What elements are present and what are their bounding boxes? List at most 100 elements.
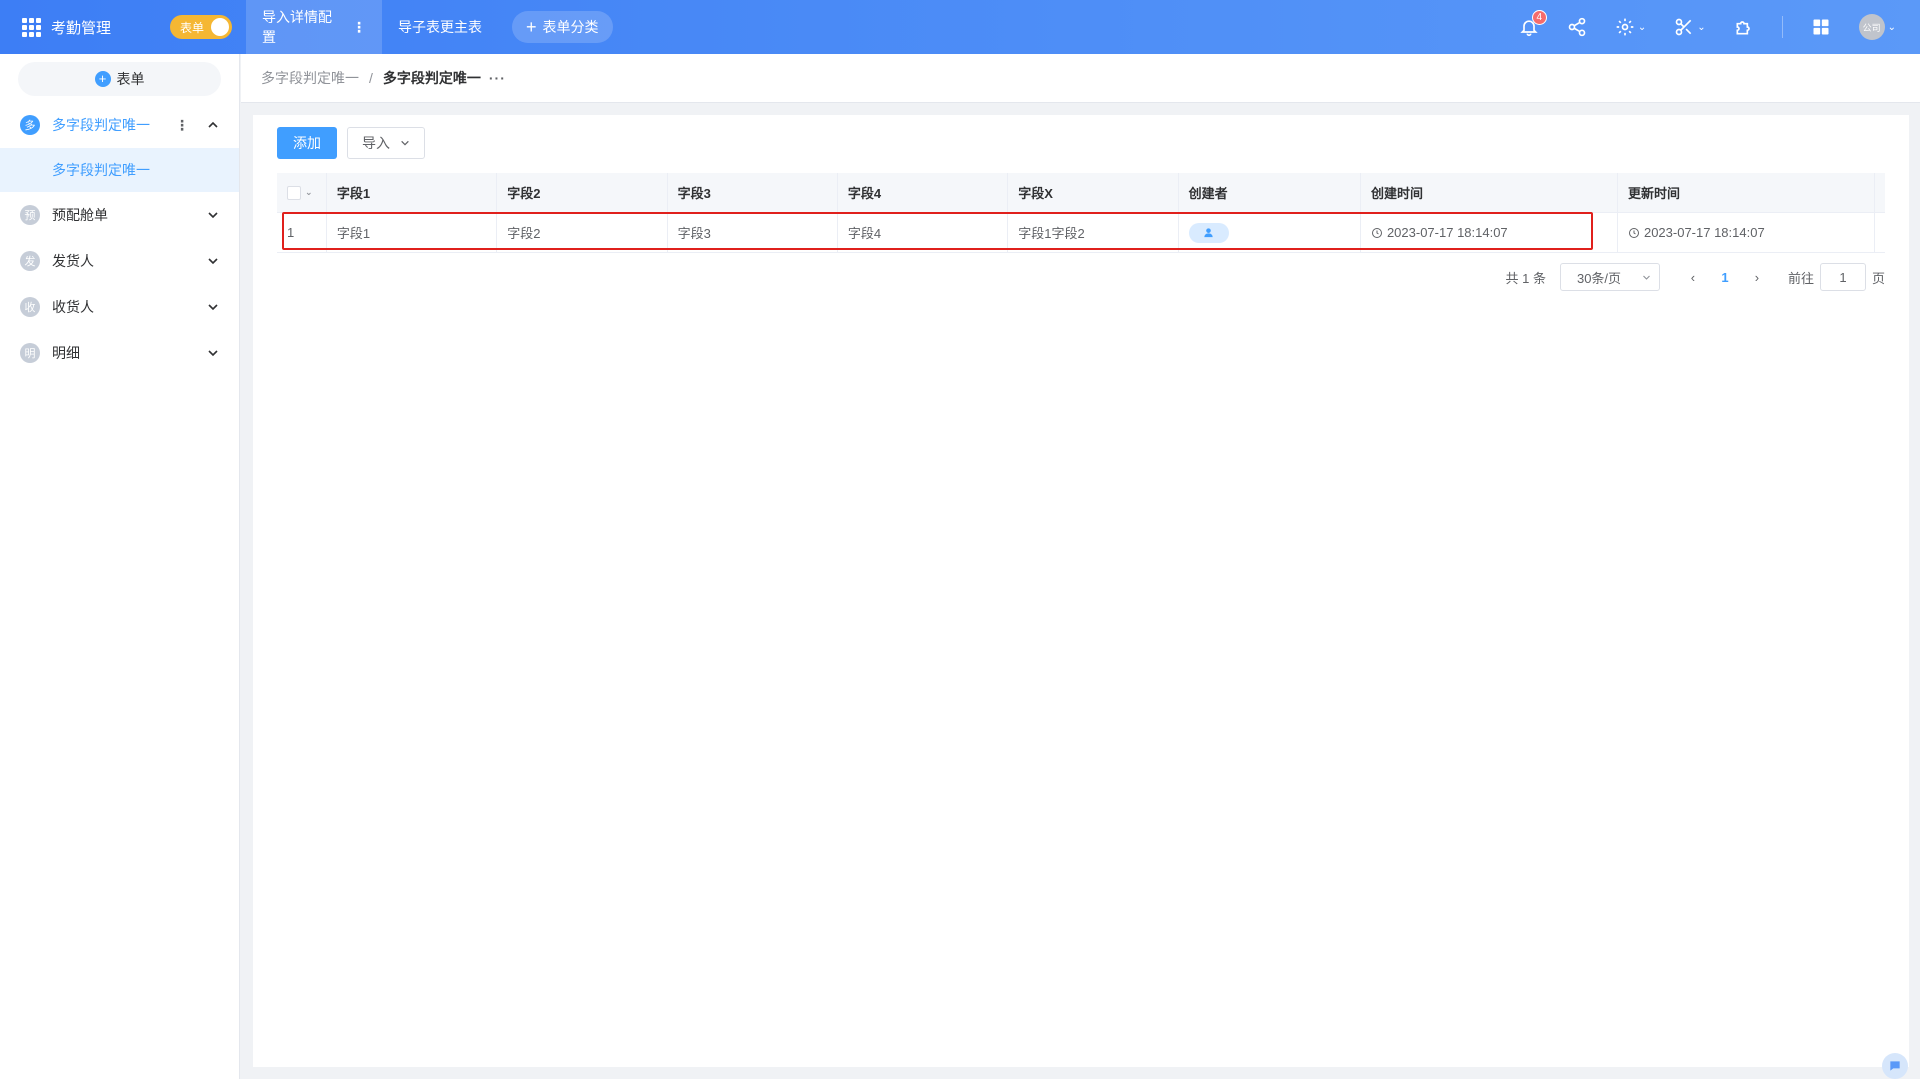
import-label: 导入 — [362, 135, 390, 151]
group-avatar: 收 — [20, 297, 40, 317]
column-header[interactable]: 字段1 — [327, 173, 498, 212]
apps-grid-icon — [22, 17, 41, 37]
group-avatar: 预 — [20, 205, 40, 225]
tools-scissors-icon[interactable]: ⌄ — [1674, 17, 1706, 37]
plugin-puzzle-icon[interactable] — [1734, 17, 1754, 37]
clock-icon — [1628, 227, 1639, 238]
help-chat-icon[interactable] — [1882, 1053, 1908, 1079]
table-cell[interactable]: 字段3 — [668, 213, 838, 252]
chevron-down-icon[interactable]: ⌄ — [305, 187, 313, 198]
toggle-knob — [211, 18, 229, 36]
chevron-down-icon — [208, 212, 218, 219]
form-mode-toggle[interactable]: 表单 — [170, 15, 232, 39]
import-dropdown-button[interactable]: 导入 — [347, 127, 425, 159]
data-table: ⌄ 字段1 字段2 字段3 字段4 字段X 创建者 创建时间 更新时间 1 字段… — [277, 173, 1885, 253]
chevron-up-icon — [208, 121, 218, 128]
dashboard-grid-icon[interactable] — [1811, 17, 1831, 37]
sidebar-item-multi-field[interactable]: 多字段判定唯一 — [0, 148, 239, 192]
creator-cell[interactable] — [1179, 213, 1361, 252]
toolbar-divider — [1781, 16, 1783, 38]
tab-import-detail-config[interactable]: 导入详情配置 ⋮ — [246, 0, 382, 54]
updated-time-cell[interactable]: 2023-07-17 18:14:07 — [1618, 213, 1875, 252]
page-size-select[interactable]: 30条/页 — [1559, 263, 1660, 291]
top-bar: 考勤管理 表单 导入详情配置 ⋮ 导子表更主表 + 表单分类 4 ⌄ ⌄ 公司 … — [0, 0, 1920, 54]
table-cell[interactable]: 字段1字段2 — [1008, 213, 1179, 252]
chevron-down-icon — [1643, 275, 1650, 280]
new-form-label: 表单 — [116, 71, 145, 87]
group-avatar: 多 — [20, 115, 40, 135]
sidebar-group-multi-field[interactable]: 多 多字段判定唯一 ⋮ — [0, 102, 239, 148]
chevron-down-icon — [208, 304, 218, 311]
breadcrumb-separator: / — [369, 70, 373, 86]
app-launcher[interactable]: 考勤管理 — [22, 17, 162, 38]
plus-circle-icon: + — [94, 71, 111, 87]
chevron-down-icon: ⌄ — [1697, 21, 1706, 33]
new-form-button[interactable]: + 表单 — [18, 62, 221, 96]
sidebar-group-consignee[interactable]: 收 收货人 — [0, 284, 239, 330]
sidebar-group-manifest[interactable]: 预 预配舱单 — [0, 192, 239, 238]
avatar: 公司 — [1858, 14, 1885, 40]
user-icon — [1204, 228, 1213, 238]
more-horizontal-icon[interactable]: ··· — [489, 70, 506, 86]
add-button[interactable]: 添加 — [277, 127, 337, 159]
chevron-down-icon — [401, 140, 409, 146]
breadcrumb: 多字段判定唯一 / 多字段判定唯一 ··· — [241, 54, 1920, 103]
select-all-checkbox[interactable] — [287, 185, 301, 200]
column-header[interactable]: 更新时间 — [1618, 173, 1875, 212]
plus-icon: + — [526, 17, 537, 37]
page-size-value: 30条/页 — [1576, 270, 1622, 286]
more-vertical-icon[interactable]: ⋮ — [352, 19, 366, 36]
add-category-label: 表单分类 — [542, 19, 599, 35]
add-form-category-button[interactable]: + 表单分类 — [512, 11, 613, 43]
notification-bell-icon[interactable]: 4 — [1519, 10, 1547, 37]
goto-page-input[interactable]: 1 — [1819, 263, 1866, 291]
table-row[interactable]: 1 字段1 字段2 字段3 字段4 字段1字段2 2023-07-17 18:1… — [277, 213, 1885, 253]
sidebar-group-label: 收货人 — [52, 299, 94, 315]
column-filler — [1875, 173, 1885, 212]
breadcrumb-parent[interactable]: 多字段判定唯一 — [261, 68, 359, 88]
form-mode-toggle-label: 表单 — [180, 20, 205, 35]
column-header[interactable]: 字段3 — [668, 173, 838, 212]
table-cell[interactable]: 字段4 — [838, 213, 1009, 252]
tab-sub-to-main[interactable]: 导子表更主表 — [382, 0, 498, 54]
column-filler — [1875, 213, 1885, 252]
updated-time: 2023-07-17 18:14:07 — [1643, 225, 1765, 240]
next-page-button[interactable]: › — [1742, 270, 1772, 285]
column-header[interactable]: 字段4 — [838, 173, 1009, 212]
sidebar-group-details[interactable]: 明 明细 — [0, 330, 239, 376]
column-header[interactable]: 字段X — [1008, 173, 1179, 212]
table-cell[interactable]: 字段2 — [497, 213, 668, 252]
creator-user-chip[interactable] — [1188, 222, 1229, 243]
goto-label: 前往 — [1787, 270, 1814, 286]
sidebar-group-shipper[interactable]: 发 发货人 — [0, 238, 239, 284]
pagination: 共 1 条 30条/页 ‹ 1 › 前往 1 页 — [1506, 263, 1885, 291]
column-header[interactable]: 创建时间 — [1361, 173, 1618, 212]
app-title: 考勤管理 — [51, 19, 112, 37]
sidebar: + 表单 多 多字段判定唯一 ⋮ 多字段判定唯一 预 预配舱单 发 发货人 收 … — [0, 54, 240, 1079]
sidebar-group-label: 预配舱单 — [52, 207, 108, 223]
user-menu[interactable]: 公司 ⌄ — [1858, 14, 1896, 40]
column-header[interactable]: 创建者 — [1179, 173, 1361, 212]
group-avatar: 明 — [20, 343, 40, 363]
table-cell[interactable]: 字段1 — [327, 213, 498, 252]
sidebar-group-label: 发货人 — [52, 253, 94, 269]
clock-icon — [1371, 227, 1382, 238]
row-index: 1 — [277, 213, 327, 252]
select-all-header[interactable]: ⌄ — [277, 173, 327, 212]
created-time-cell[interactable]: 2023-07-17 18:14:07 — [1361, 213, 1618, 252]
sidebar-item-label: 多字段判定唯一 — [52, 162, 150, 178]
column-header[interactable]: 字段2 — [497, 173, 668, 212]
breadcrumb-current: 多字段判定唯一 — [382, 70, 481, 86]
more-vertical-icon[interactable]: ⋮ — [175, 117, 189, 134]
notification-count-badge: 4 — [1531, 10, 1547, 25]
table-header: ⌄ 字段1 字段2 字段3 字段4 字段X 创建者 创建时间 更新时间 — [277, 173, 1885, 213]
prev-page-button[interactable]: ‹ — [1678, 270, 1708, 285]
current-page-number[interactable]: 1 — [1708, 270, 1742, 285]
tab-label: 导子表更主表 — [398, 19, 482, 35]
sidebar-group-label: 多字段判定唯一 — [52, 117, 150, 133]
created-time: 2023-07-17 18:14:07 — [1386, 225, 1508, 240]
settings-gear-icon[interactable]: ⌄ — [1615, 17, 1646, 37]
page-suffix: 页 — [1871, 270, 1885, 286]
group-avatar: 发 — [20, 251, 40, 271]
share-icon[interactable] — [1567, 17, 1587, 37]
